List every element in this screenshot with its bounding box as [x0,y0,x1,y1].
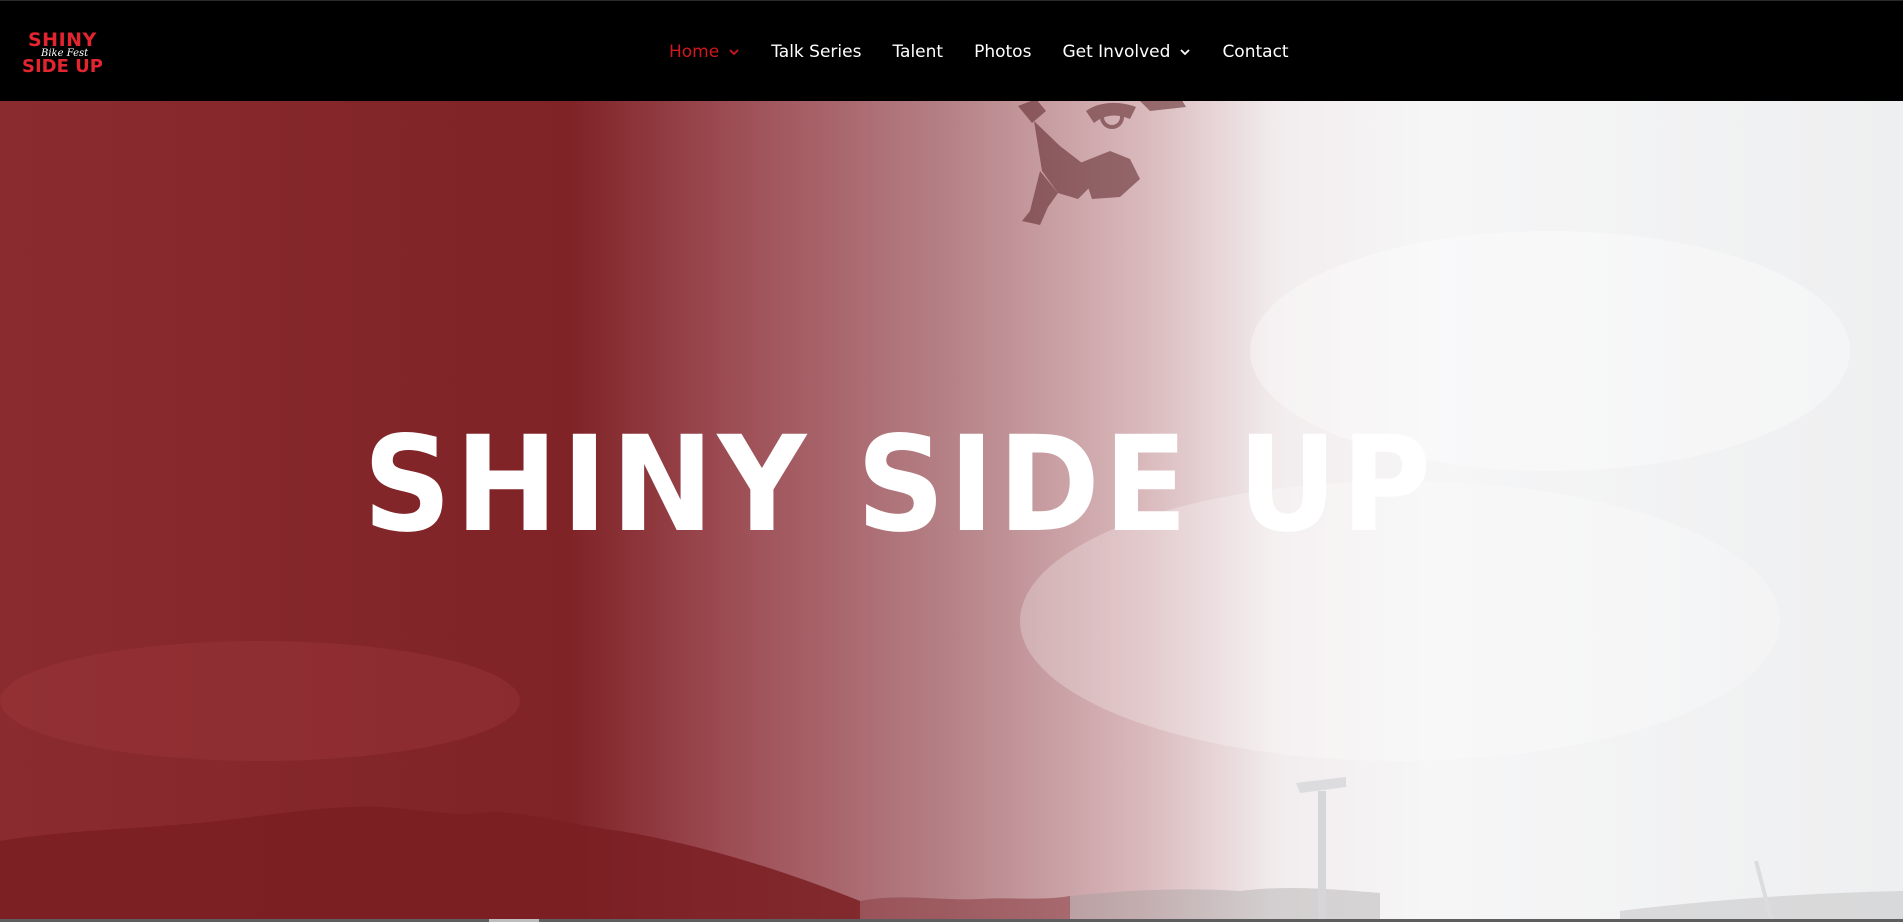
main-nav: Home Talk Series Talent Photos Get Invol… [669,1,1320,102]
nav-item-label: Talk Series [771,41,862,62]
nav-item-label: Photos [974,41,1032,62]
nav-item-home[interactable]: Home [669,42,740,62]
hero-section: SHINY SIDE UP [0,101,1903,922]
hero-title: SHINY SIDE UP [363,408,1435,562]
rider-silhouette [1018,101,1186,225]
nav-item-label: Get Involved [1062,41,1171,62]
nav-item-contact[interactable]: Contact [1222,42,1288,62]
nav-item-talent[interactable]: Talent [892,42,943,62]
nav-item-label: Home [669,41,720,62]
logo-text-side-up: SIDE UP [22,56,102,77]
shiny-side-up-logo-icon: SHINY Bike Fest SIDE UP [22,29,102,77]
nav-item-photos[interactable]: Photos [974,42,1031,62]
nav-item-label: Talent [892,41,944,62]
nav-item-get-involved[interactable]: Get Involved [1062,42,1191,62]
site-logo[interactable]: SHINY Bike Fest SIDE UP [22,27,102,77]
chevron-down-icon [728,46,740,58]
site-header: SHINY Bike Fest SIDE UP Home Talk Series… [0,0,1903,101]
nav-item-talk-series[interactable]: Talk Series [771,42,861,62]
chevron-down-icon [1179,46,1191,58]
nav-item-label: Contact [1222,41,1289,62]
